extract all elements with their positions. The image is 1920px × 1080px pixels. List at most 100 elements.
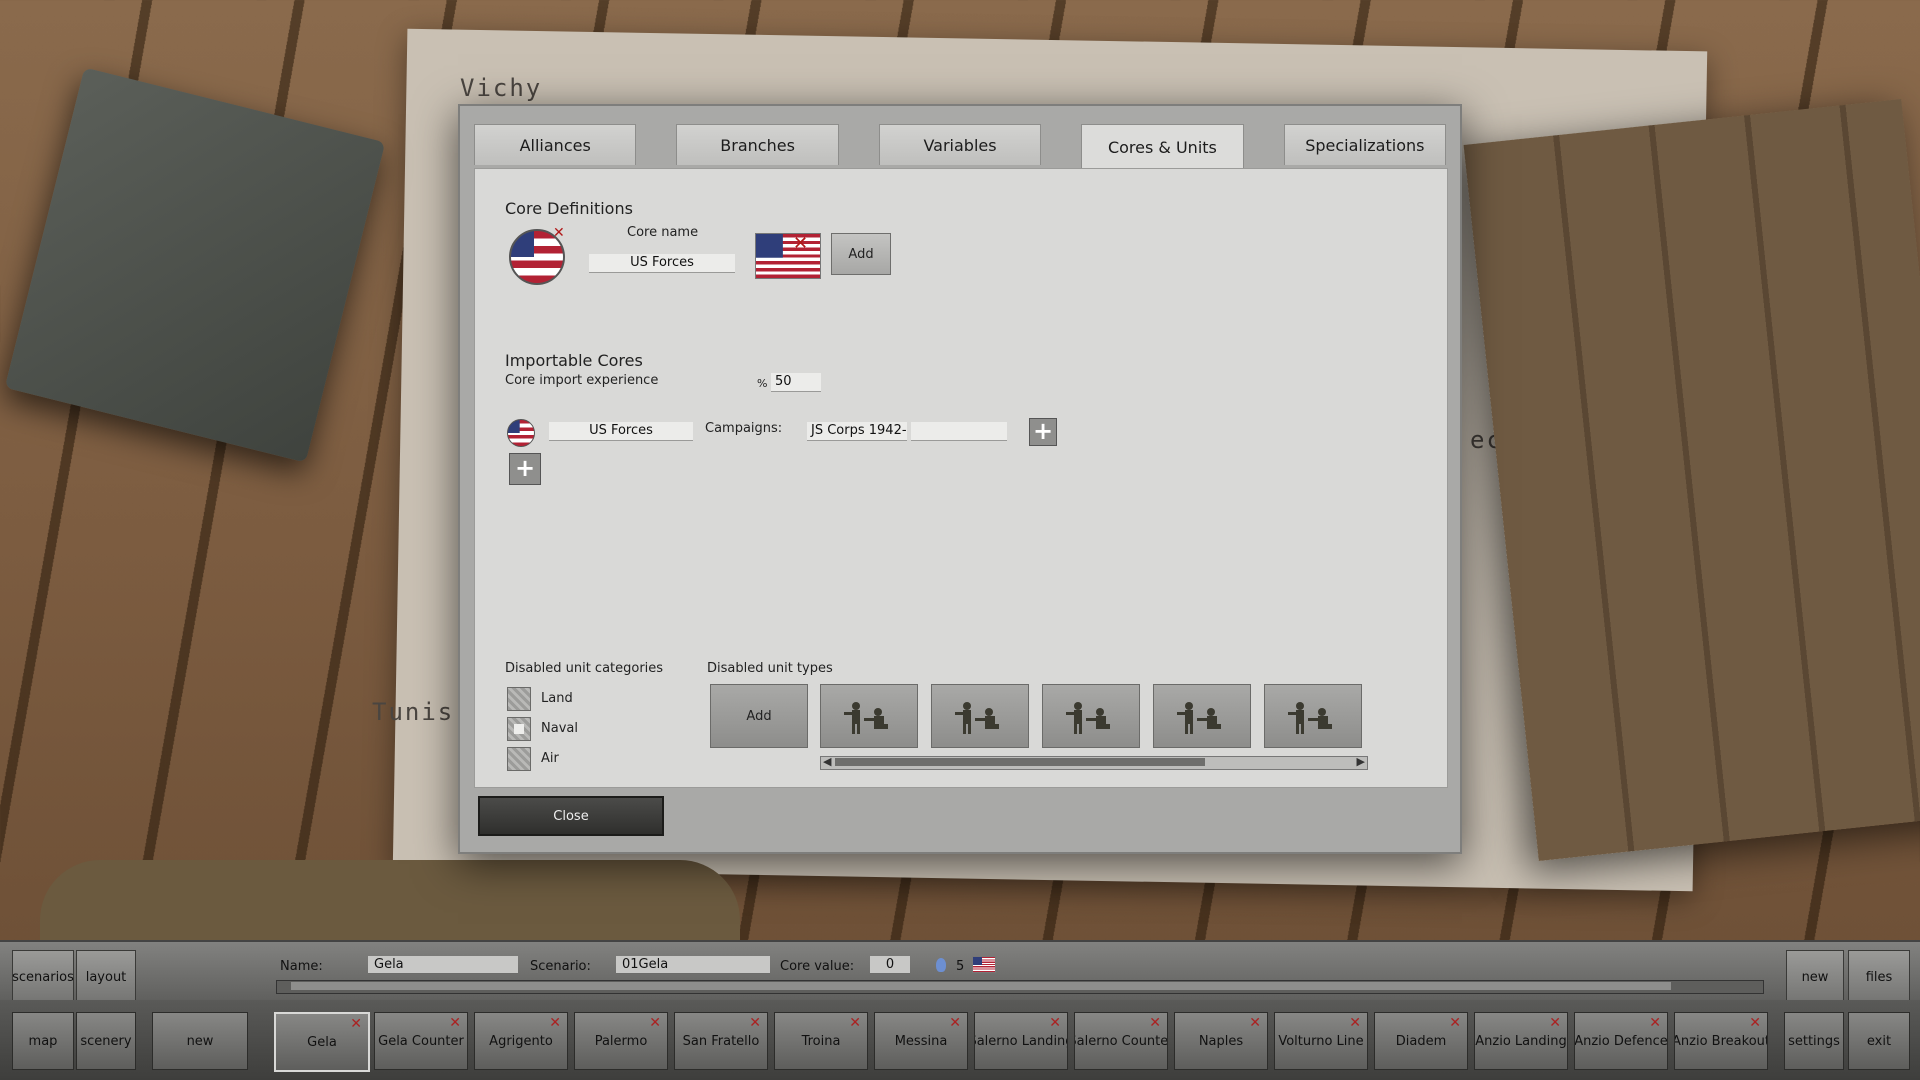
remove-x-icon[interactable]: ✕ bbox=[649, 1015, 661, 1031]
disabled-categories-label: Disabled unit categories bbox=[505, 661, 664, 676]
remove-x-icon[interactable]: ✕ bbox=[1449, 1015, 1461, 1031]
remove-x-icon[interactable]: ✕ bbox=[1349, 1015, 1361, 1031]
infantry-unit-icon[interactable] bbox=[931, 684, 1029, 748]
remove-x-icon[interactable]: ✕ bbox=[1049, 1015, 1061, 1031]
us-flag-rect-icon[interactable] bbox=[755, 233, 821, 279]
scenario-tab-volturno-line[interactable]: Volturno Line ✕ bbox=[1274, 1012, 1368, 1070]
scenario-tab-san-fratello[interactable]: San Fratello ✕ bbox=[674, 1012, 768, 1070]
scroll-thumb[interactable] bbox=[835, 758, 1205, 766]
scenario-tab-salerno-counter[interactable]: Salerno Counter ✕ bbox=[1074, 1012, 1168, 1070]
core-name-label: Core name bbox=[627, 225, 699, 240]
scenery-button[interactable]: scenery bbox=[76, 1012, 136, 1070]
scenario-tab-diadem[interactable]: Diadem ✕ bbox=[1374, 1012, 1468, 1070]
scenario-tab-label: San Fratello bbox=[682, 1033, 760, 1049]
remove-x-icon[interactable]: ✕ bbox=[449, 1015, 461, 1031]
scenario-tab-troina[interactable]: Troina ✕ bbox=[774, 1012, 868, 1070]
remove-x-icon[interactable]: ✕ bbox=[553, 225, 565, 241]
scenario-tab-label: Diadem bbox=[1395, 1033, 1447, 1049]
tab-cores-units[interactable]: Cores & Units bbox=[1081, 124, 1244, 169]
scenario-tab-label: Anzio Breakout bbox=[1674, 1033, 1768, 1049]
scenario-tab-anzio-breakout[interactable]: Anzio Breakout ✕ bbox=[1674, 1012, 1768, 1070]
campaigns-label: Campaigns: bbox=[705, 421, 783, 436]
tab-branches[interactable]: Branches bbox=[676, 124, 839, 165]
core-import-experience-field[interactable]: 50 bbox=[771, 373, 821, 392]
campaign-field[interactable]: JS Corps 1942-4: bbox=[807, 422, 907, 441]
infantry-unit-icon[interactable] bbox=[820, 684, 918, 748]
scenario-label: Scenario: bbox=[530, 959, 591, 974]
remove-x-icon[interactable]: ✕ bbox=[849, 1015, 861, 1031]
remove-x-icon[interactable]: ✕ bbox=[1549, 1015, 1561, 1031]
scenario-field[interactable]: 01Gela bbox=[616, 956, 770, 974]
infantry-unit-icon[interactable] bbox=[1153, 684, 1251, 748]
add-campaign-button[interactable]: + bbox=[1029, 418, 1057, 446]
infantry-unit-icon[interactable] bbox=[1264, 684, 1362, 748]
scroll-thumb[interactable] bbox=[291, 982, 1671, 990]
core-name-field[interactable]: US Forces bbox=[589, 254, 735, 273]
scenario-tab-anzio-landing[interactable]: Anzio Landing ✕ bbox=[1474, 1012, 1568, 1070]
scroll-right-icon[interactable]: ▶ bbox=[1357, 755, 1365, 768]
scenario-tab-label: Messina bbox=[894, 1033, 948, 1049]
scenario-tab-label: Palermo bbox=[594, 1033, 648, 1049]
scenario-tab-messina[interactable]: Messina ✕ bbox=[874, 1012, 968, 1070]
category-land-label: Land bbox=[541, 691, 573, 706]
add-unit-type-button[interactable]: Add bbox=[710, 684, 808, 748]
core-definitions-heading: Core Definitions bbox=[505, 199, 633, 218]
tab-specializations[interactable]: Specializations bbox=[1283, 124, 1447, 165]
remove-x-icon[interactable]: ✕ bbox=[350, 1016, 362, 1032]
layout-button[interactable]: layout bbox=[76, 950, 136, 1004]
remove-x-icon[interactable]: ✕ bbox=[1649, 1015, 1661, 1031]
category-naval-label: Naval bbox=[541, 721, 578, 736]
remove-x-icon[interactable]: ✕ bbox=[549, 1015, 561, 1031]
category-air-label: Air bbox=[541, 751, 559, 766]
campaign-field-extra[interactable] bbox=[911, 422, 1007, 441]
core-value-label: Core value: bbox=[780, 959, 855, 974]
infantry-unit-icon[interactable] bbox=[1042, 684, 1140, 748]
unit-types-scrollbar[interactable]: ◀ ▶ bbox=[820, 755, 1368, 770]
exit-button[interactable]: exit bbox=[1848, 1012, 1910, 1070]
close-button[interactable]: Close bbox=[478, 796, 664, 836]
scenario-tab-palermo[interactable]: Palermo ✕ bbox=[574, 1012, 668, 1070]
medal-count: 5 bbox=[956, 959, 965, 974]
scenario-tab-salerno-landing[interactable]: Salerno Landing ✕ bbox=[974, 1012, 1068, 1070]
tab-alliances[interactable]: Alliances bbox=[474, 124, 637, 165]
cores-units-dialog: Alliances Branches Variables Cores & Uni… bbox=[458, 104, 1462, 854]
name-field[interactable]: Gela bbox=[368, 956, 518, 974]
remove-x-icon[interactable]: ✕ bbox=[1249, 1015, 1261, 1031]
scenario-tab-label: Gela bbox=[307, 1034, 337, 1050]
remove-x-icon[interactable]: ✕ bbox=[749, 1015, 761, 1031]
tab-variables[interactable]: Variables bbox=[878, 124, 1042, 165]
scenario-tab-anzio-defence[interactable]: Anzio Defence ✕ bbox=[1574, 1012, 1668, 1070]
files-button[interactable]: files bbox=[1848, 950, 1910, 1004]
scenario-tab-label: Naples bbox=[1198, 1033, 1244, 1049]
remove-x-icon: ✕ bbox=[793, 233, 809, 254]
scroll-left-icon[interactable]: ◀ bbox=[823, 755, 831, 768]
percent-symbol: % bbox=[757, 377, 768, 390]
remove-x-icon[interactable]: ✕ bbox=[949, 1015, 961, 1031]
scenario-tab-label: Anzio Landing bbox=[1475, 1033, 1567, 1049]
new-file-button[interactable]: new bbox=[1786, 950, 1844, 1004]
importable-core-field[interactable]: US Forces bbox=[549, 422, 693, 441]
scenario-tab-gela[interactable]: Gela ✕ bbox=[274, 1012, 370, 1072]
new-scenario-button[interactable]: new bbox=[152, 1012, 248, 1070]
add-core-button[interactable]: Add bbox=[831, 233, 891, 275]
settings-button[interactable]: settings bbox=[1784, 1012, 1844, 1070]
scenario-list-scrollbar[interactable] bbox=[276, 980, 1764, 994]
wooden-crate-scenery bbox=[1463, 98, 1920, 862]
remove-x-icon[interactable]: ✕ bbox=[1749, 1015, 1761, 1031]
scenario-tab-agrigento[interactable]: Agrigento ✕ bbox=[474, 1012, 568, 1070]
us-flag-rect-icon bbox=[972, 956, 996, 973]
scenario-tab-gela-counter[interactable]: Gela Counter ✕ bbox=[374, 1012, 468, 1070]
scenario-tab-naples[interactable]: Naples ✕ bbox=[1174, 1012, 1268, 1070]
category-land-checkbox[interactable] bbox=[507, 687, 531, 711]
map-button[interactable]: map bbox=[12, 1012, 74, 1070]
scenario-tab-label: Anzio Defence bbox=[1574, 1033, 1668, 1049]
category-air-checkbox[interactable] bbox=[507, 747, 531, 771]
core-value-field[interactable]: 0 bbox=[870, 956, 910, 974]
remove-x-icon[interactable]: ✕ bbox=[1149, 1015, 1161, 1031]
add-importable-core-button[interactable]: + bbox=[509, 453, 541, 485]
category-naval-checkbox[interactable] bbox=[507, 717, 531, 741]
map-label-tunis: Tunis bbox=[372, 698, 455, 726]
scenarios-button[interactable]: scenarios bbox=[12, 950, 74, 1004]
disabled-types-label: Disabled unit types bbox=[707, 661, 833, 676]
scenario-tab-label: Troina bbox=[801, 1033, 841, 1049]
